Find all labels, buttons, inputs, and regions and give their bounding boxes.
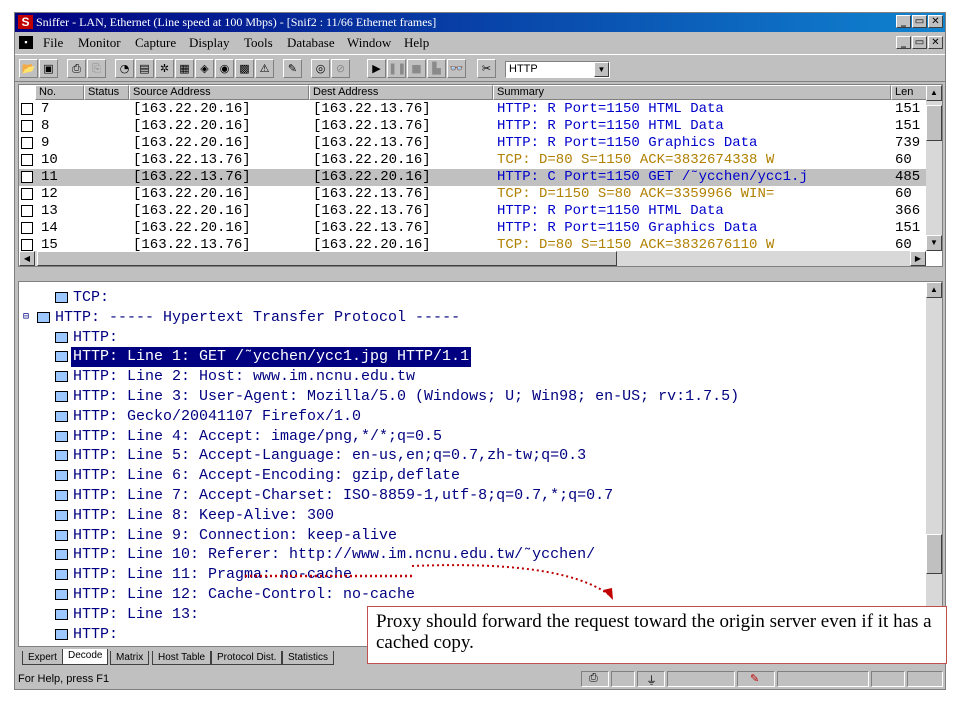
annotation-callout: Proxy should forward the request toward …	[367, 606, 947, 664]
arrowhead-icon	[603, 588, 613, 600]
callout-connector	[411, 564, 609, 595]
